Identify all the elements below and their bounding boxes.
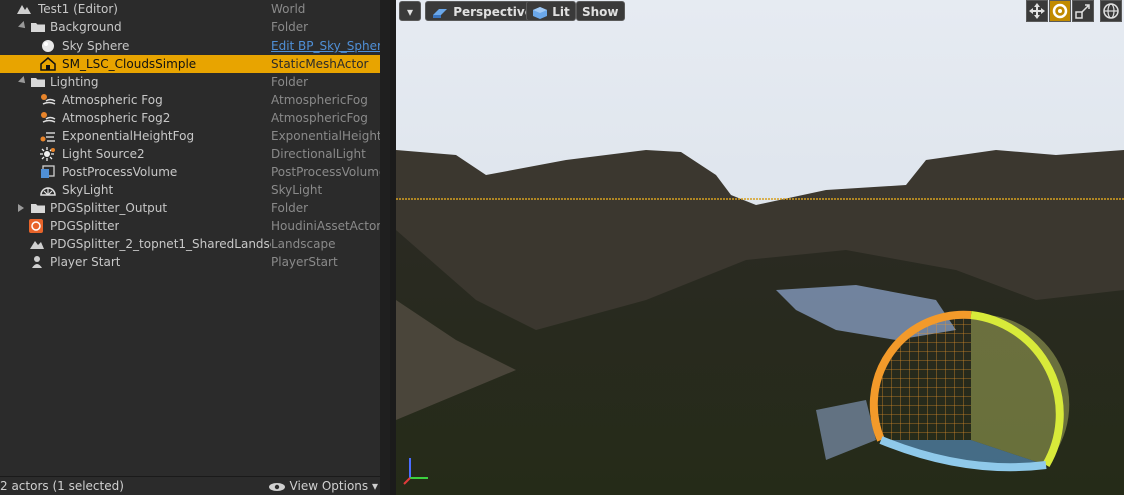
view-options-label: View Options bbox=[289, 479, 369, 493]
outliner-row-type: PlayerStart bbox=[271, 255, 338, 269]
show-label: Show bbox=[582, 5, 619, 19]
scale-icon bbox=[1075, 4, 1090, 19]
static-mesh-icon bbox=[40, 57, 56, 71]
outliner-row-name: PostProcessVolume bbox=[62, 165, 178, 179]
world-icon bbox=[16, 2, 31, 16]
outliner-row-lighting-folder[interactable]: Lighting Folder bbox=[0, 73, 380, 91]
height-fog-icon bbox=[40, 129, 55, 143]
eye-icon bbox=[268, 482, 285, 491]
outliner-row-player-start[interactable]: Player Start PlayerStart bbox=[0, 253, 380, 271]
outliner-status-bar: 2 actors (1 selected) View Options ▾ bbox=[0, 476, 380, 495]
folder-icon bbox=[30, 75, 45, 89]
lit-mode-button[interactable]: Lit bbox=[526, 1, 576, 21]
translate-tool-button[interactable] bbox=[1026, 0, 1048, 22]
viewport-options-dropdown[interactable]: ▾ bbox=[399, 1, 421, 21]
outliner-row-name: Player Start bbox=[50, 255, 121, 269]
show-button[interactable]: Show bbox=[576, 1, 625, 21]
outliner-row-name: Lighting bbox=[50, 75, 99, 89]
outliner-scrollbar[interactable] bbox=[380, 0, 390, 495]
outliner-row-type: Folder bbox=[271, 201, 309, 215]
outliner-row-atmospheric-fog2[interactable]: Atmospheric Fog2 AtmosphericFog bbox=[0, 109, 380, 127]
outliner-row-type: PostProcessVolume bbox=[271, 165, 380, 179]
skylight-icon bbox=[40, 183, 56, 197]
outliner-row-name: Test1 (Editor) bbox=[38, 2, 118, 16]
post-process-icon bbox=[40, 165, 55, 179]
world-local-icon bbox=[1103, 3, 1119, 19]
expand-arrow-icon[interactable] bbox=[18, 21, 28, 31]
player-start-icon bbox=[29, 255, 43, 269]
edit-blueprint-link[interactable]: Edit BP_Sky_Sphere bbox=[271, 37, 380, 55]
outliner-row-type: World bbox=[271, 2, 306, 16]
outliner-row-type: AtmosphericFog bbox=[271, 111, 368, 125]
outliner-row-name: Background bbox=[50, 20, 122, 34]
rotate-icon bbox=[1052, 3, 1068, 19]
outliner-row-name: SkyLight bbox=[62, 183, 114, 197]
actor-count-status: 2 actors (1 selected) bbox=[0, 479, 124, 493]
outliner-row-type: ExponentialHeightFog bbox=[271, 129, 380, 143]
outliner-row-type: StaticMeshActor bbox=[271, 57, 369, 71]
outliner-row-type: HoudiniAssetActor bbox=[271, 219, 380, 233]
outliner-row-type: AtmosphericFog bbox=[271, 93, 368, 107]
houdini-icon bbox=[29, 219, 43, 233]
viewport-scene bbox=[396, 0, 1124, 495]
perspective-label: Perspective bbox=[453, 5, 533, 19]
outliner-row-name: Sky Sphere bbox=[62, 39, 130, 53]
level-viewport[interactable]: ▾ Perspective Lit Show bbox=[396, 0, 1124, 495]
outliner-row-pdg-splitter[interactable]: PDGSplitter HoudiniAssetActor bbox=[0, 217, 380, 235]
outliner-row-name: Atmospheric Fog bbox=[62, 93, 163, 107]
outliner-row-name: ExponentialHeightFog bbox=[62, 129, 195, 143]
collapse-arrow-icon[interactable] bbox=[18, 204, 24, 212]
outliner-row-type: SkyLight bbox=[271, 183, 323, 197]
world-outliner: Test1 (Editor) World Background Folder S… bbox=[0, 0, 390, 495]
lit-sphere-icon bbox=[533, 6, 547, 19]
outliner-row-sky-sphere[interactable]: Sky Sphere Edit BP_Sky_Sphere bbox=[0, 37, 380, 55]
scale-tool-button[interactable] bbox=[1072, 0, 1094, 22]
outliner-row-type: DirectionalLight bbox=[271, 147, 366, 161]
outliner-row-world[interactable]: Test1 (Editor) World bbox=[0, 0, 380, 18]
outliner-row-landscape[interactable]: PDGSplitter_2_topnet1_SharedLandscape La… bbox=[0, 235, 380, 253]
outliner-row-type: Landscape bbox=[271, 237, 336, 251]
outliner-row-type: Folder bbox=[271, 20, 309, 34]
world-local-toggle[interactable] bbox=[1100, 0, 1122, 22]
directional-light-icon bbox=[40, 147, 55, 161]
rotate-tool-button[interactable] bbox=[1049, 0, 1071, 22]
view-options-button[interactable]: View Options ▾ bbox=[268, 477, 378, 495]
outliner-row-atmospheric-fog[interactable]: Atmospheric Fog AtmosphericFog bbox=[0, 91, 380, 109]
folder-icon bbox=[30, 201, 45, 215]
lit-label: Lit bbox=[552, 5, 570, 19]
translate-icon bbox=[1029, 3, 1045, 19]
outliner-row-height-fog[interactable]: ExponentialHeightFog ExponentialHeightFo… bbox=[0, 127, 380, 145]
perspective-icon bbox=[433, 8, 447, 18]
folder-icon bbox=[30, 20, 45, 34]
atmospheric-fog-icon bbox=[40, 93, 56, 107]
outliner-row-type: Folder bbox=[271, 75, 309, 89]
outliner-row-post-process[interactable]: PostProcessVolume PostProcessVolume bbox=[0, 163, 380, 181]
sphere-icon bbox=[41, 39, 55, 53]
outliner-row-background-folder[interactable]: Background Folder bbox=[0, 18, 380, 36]
outliner-row-name: PDGSplitter_2_topnet1_SharedLandscape bbox=[50, 237, 271, 251]
outliner-row-name: SM_LSC_CloudsSimple bbox=[62, 57, 197, 71]
landscape-icon bbox=[29, 237, 44, 251]
outliner-row-name: PDGSplitter_Output bbox=[50, 201, 168, 215]
dropdown-arrow-icon: ▾ bbox=[406, 5, 414, 19]
perspective-button[interactable]: Perspective bbox=[425, 1, 539, 21]
outliner-row-name: Light Source2 bbox=[62, 147, 145, 161]
outliner-row-clouds-selected[interactable]: SM_LSC_CloudsSimple StaticMeshActor bbox=[0, 55, 380, 73]
outliner-row-pdg-output-folder[interactable]: PDGSplitter_Output Folder bbox=[0, 199, 380, 217]
dropdown-arrow-icon: ▾ bbox=[371, 479, 378, 493]
atmospheric-fog-icon bbox=[40, 111, 56, 125]
outliner-row-light-source[interactable]: Light Source2 DirectionalLight bbox=[0, 145, 380, 163]
outliner-row-name: PDGSplitter bbox=[50, 219, 120, 233]
outliner-row-name: Atmospheric Fog2 bbox=[62, 111, 171, 125]
outliner-row-skylight[interactable]: SkyLight SkyLight bbox=[0, 181, 380, 199]
expand-arrow-icon[interactable] bbox=[18, 76, 28, 86]
